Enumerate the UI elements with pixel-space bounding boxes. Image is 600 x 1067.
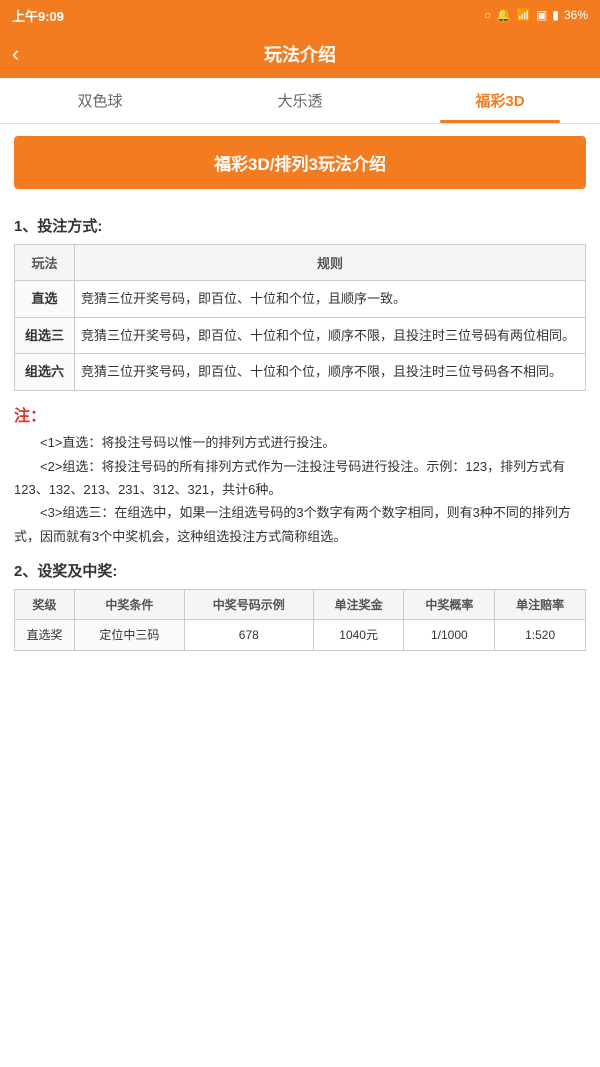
back-button[interactable]: ‹ [12, 41, 19, 67]
row-name-2: 组选三 [15, 317, 75, 354]
award-col-ratio: 单注赔率 [495, 590, 586, 620]
status-bar: 上午9:09 ○ 🔔 📶 ▣ ▮ 36% [0, 0, 600, 30]
col-header-gameplay: 玩法 [15, 245, 75, 281]
status-time: 上午9:09 [12, 6, 64, 25]
row-name-3: 组选六 [15, 354, 75, 391]
main-content: 1、投注方式: 玩法 规则 直选 竞猜三位开奖号码，即百位、十位和个位，且顺序一… [0, 201, 600, 683]
table-row: 组选六 竞猜三位开奖号码，即百位、十位和个位，顺序不限，且投注时三位号码各不相同… [15, 354, 586, 391]
tab-shuangseqiu[interactable]: 双色球 [0, 78, 200, 123]
award-condition-1: 定位中三码 [75, 620, 185, 651]
tab-daletou[interactable]: 大乐透 [200, 78, 400, 123]
section1-title: 1、投注方式: [14, 215, 586, 236]
award-prize-1: 1040元 [313, 620, 404, 651]
tab-bar: 双色球 大乐透 福彩3D [0, 78, 600, 124]
award-example-1: 678 [184, 620, 313, 651]
table-row: 组选三 竞猜三位开奖号码，即百位、十位和个位，顺序不限，且投注时三位号码有两位相… [15, 317, 586, 354]
banner-title: 福彩3D/排列3玩法介绍 [14, 136, 586, 189]
award-rate-1: 1/1000 [404, 620, 495, 651]
award-col-example: 中奖号码示例 [184, 590, 313, 620]
award-col-condition: 中奖条件 [75, 590, 185, 620]
award-ratio-1: 1:520 [495, 620, 586, 651]
notes-section: 注： <1>直选：将投注号码以惟一的排列方式进行投注。 <2>组选：将投注号码的… [14, 403, 586, 549]
award-col-level: 奖级 [15, 590, 75, 620]
row-rule-3: 竞猜三位开奖号码，即百位、十位和个位，顺序不限，且投注时三位号码各不相同。 [75, 354, 586, 391]
row-rule-1: 竞猜三位开奖号码，即百位、十位和个位，且顺序一致。 [75, 281, 586, 318]
note-1: <1>直选：将投注号码以惟一的排列方式进行投注。 [14, 431, 586, 454]
status-icons: ○ 🔔 📶 ▣ ▮ 36% [484, 8, 588, 22]
award-col-prize: 单注奖金 [313, 590, 404, 620]
page-title: 玩法介绍 [264, 41, 336, 67]
note-2: <2>组选：将投注号码的所有排列方式作为一注投注号码进行投注。示例：123，排列… [14, 455, 586, 502]
signal-icon: ▣ [536, 8, 547, 22]
award-level-1: 直选奖 [15, 620, 75, 651]
note-title: 注： [14, 408, 46, 425]
award-table: 奖级 中奖条件 中奖号码示例 单注奖金 中奖概率 单注赔率 直选奖 定位中三码 … [14, 589, 586, 651]
table-row: 直选奖 定位中三码 678 1040元 1/1000 1:520 [15, 620, 586, 651]
tab-fucai3d[interactable]: 福彩3D [400, 78, 600, 123]
row-name-1: 直选 [15, 281, 75, 318]
award-col-rate: 中奖概率 [404, 590, 495, 620]
alarm-icon: ○ [484, 8, 491, 22]
table-row: 直选 竞猜三位开奖号码，即百位、十位和个位，且顺序一致。 [15, 281, 586, 318]
row-rule-2: 竞猜三位开奖号码，即百位、十位和个位，顺序不限，且投注时三位号码有两位相同。 [75, 317, 586, 354]
note-3: <3>组选三：在组选中，如果一注组选号码的3个数字有两个数字相同，则有3种不同的… [14, 501, 586, 548]
battery-text: 36% [564, 8, 588, 22]
battery-icon: ▮ [552, 8, 559, 22]
wifi-icon: 📶 [516, 8, 531, 22]
bell-icon: 🔔 [496, 8, 511, 22]
col-header-rule: 规则 [75, 245, 586, 281]
section2-title: 2、设奖及中奖: [14, 560, 586, 581]
gameplay-table: 玩法 规则 直选 竞猜三位开奖号码，即百位、十位和个位，且顺序一致。 组选三 竞… [14, 244, 586, 391]
top-nav: ‹ 玩法介绍 [0, 30, 600, 78]
